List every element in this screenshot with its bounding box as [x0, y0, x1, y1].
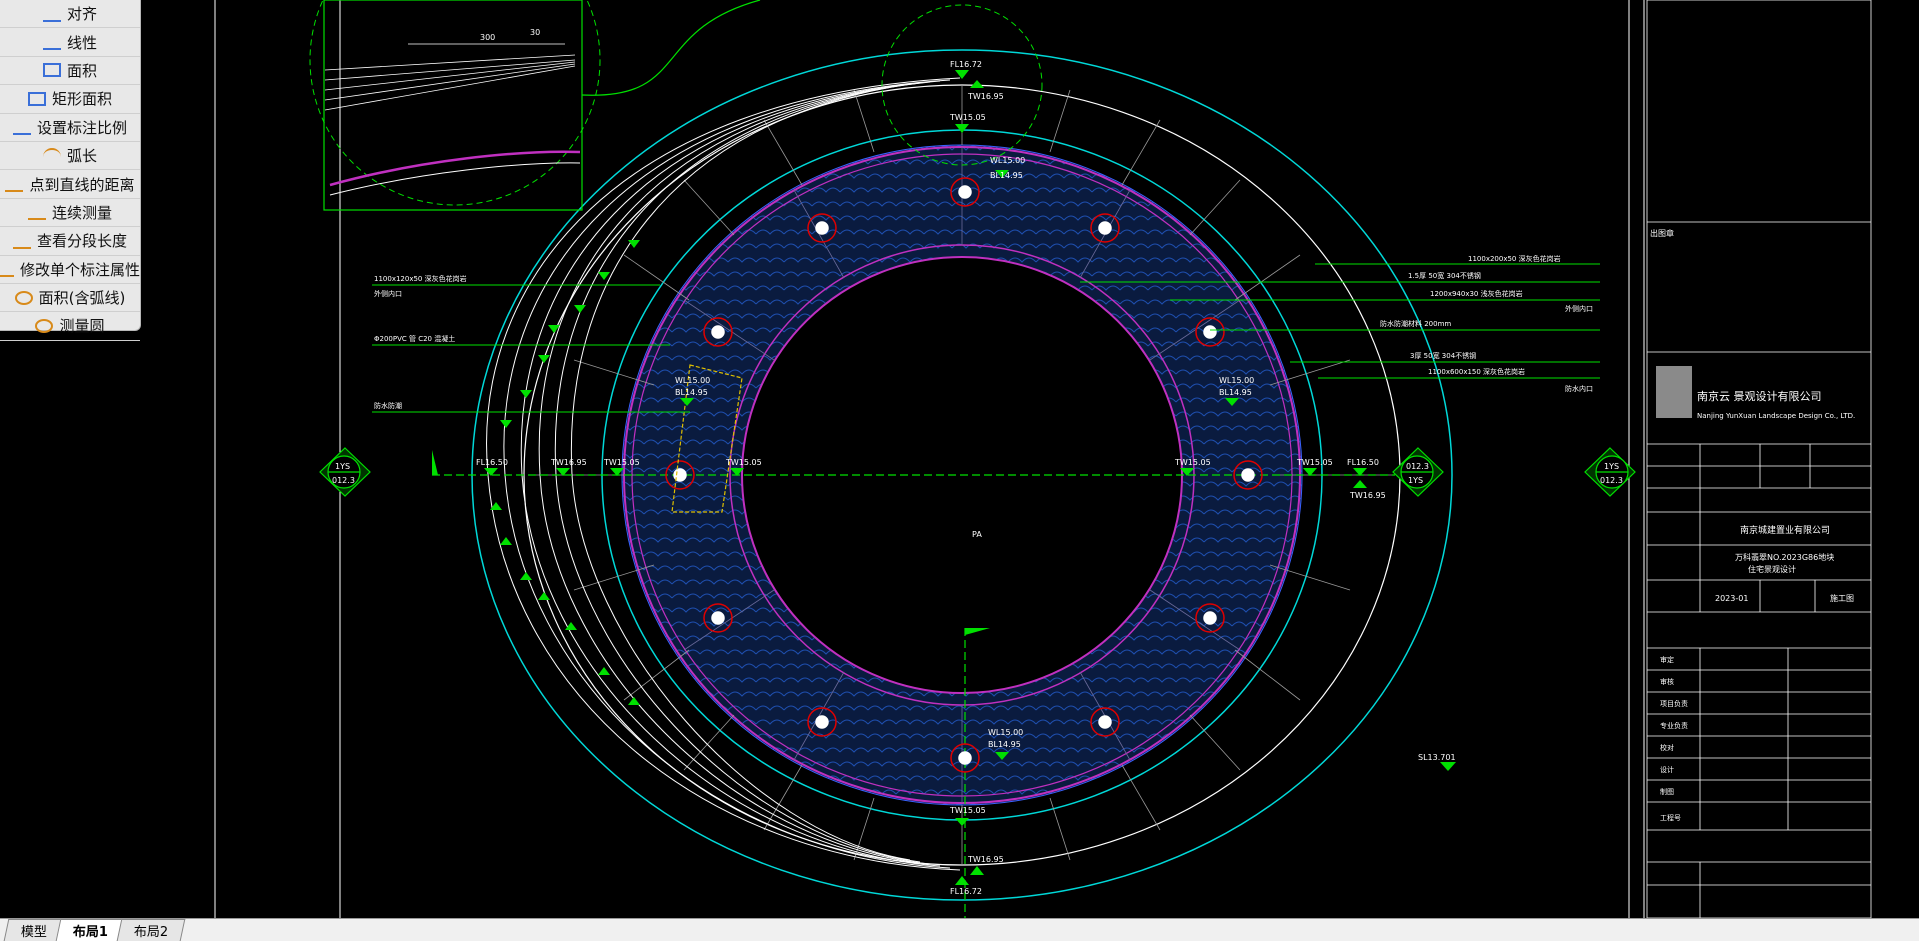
elev-wl-top: WL15.00	[990, 156, 1025, 165]
project-name-2: 住宅景观设计	[1748, 564, 1796, 574]
tool-edit-annotation[interactable]: 修改单个标注属性	[0, 256, 140, 284]
detail-frame	[323, 0, 583, 211]
tool-arc-length[interactable]: 弧长	[0, 142, 140, 171]
elev-sl-right: SL13.701	[1418, 753, 1456, 762]
elev-bottom-2: TW16.95	[967, 855, 1004, 864]
elev-right-bl: BL14.95	[1219, 388, 1252, 397]
measure-circle-icon	[35, 318, 54, 333]
tool-set-scale[interactable]: 设置标注比例	[0, 114, 140, 142]
elev-right-wl: WL15.00	[1219, 376, 1254, 385]
elev-right-fl: FL16.50	[1347, 458, 1379, 467]
area-icon	[42, 63, 61, 78]
align-icon	[42, 6, 61, 22]
section-marker-left	[319, 447, 371, 497]
section-marker-far-right	[1584, 447, 1636, 497]
marker-right2-bottom: 012.3	[1600, 476, 1623, 485]
segment-length-icon	[12, 233, 31, 249]
client-name: 南京城建置业有限公司	[1740, 524, 1830, 536]
linear-dimension-icon	[42, 34, 61, 51]
elev-bottom-bl: BL14.95	[988, 740, 1021, 749]
field-5: 校对	[1660, 743, 1674, 752]
tool-area[interactable]: 面积	[0, 57, 140, 86]
elev-left-tw1: TW16.95	[550, 458, 587, 467]
stamp-label: 出图章	[1650, 228, 1674, 238]
field-8: 工程号	[1660, 813, 1681, 822]
detail-circle	[309, 0, 601, 206]
marker-left-bottom: 012.3	[332, 476, 355, 485]
scale-icon	[12, 119, 31, 136]
edit-annotation-icon	[0, 261, 14, 278]
elev-bottom-wl: WL15.00	[988, 728, 1023, 737]
right-label-6: 3厚 50宽 304不锈钢	[1410, 351, 1476, 360]
right-label-8: 防水内口	[1565, 384, 1593, 393]
tool-arc-area[interactable]: 面积(含弧线)	[0, 284, 140, 313]
elev-right-tw3: TW16.95	[1349, 491, 1386, 500]
marker-right1-top: 012.3	[1406, 462, 1429, 471]
drawing-phase: 施工图	[1830, 593, 1854, 603]
field-2: 审核	[1660, 677, 1674, 686]
elev-right-tw1: TW15.05	[1174, 458, 1211, 467]
company-name-en: Nanjing YunXuan Landscape Design Co., LT…	[1697, 412, 1855, 420]
project-name: 万科翡翠NO.2023G86地块	[1735, 552, 1834, 562]
point-line-distance-icon	[5, 176, 24, 193]
elev-left-tw2: TW15.05	[603, 458, 640, 467]
drawing-date: 2023-01	[1715, 594, 1748, 603]
company-logo	[1656, 366, 1692, 418]
field-4: 专业负责	[1660, 721, 1688, 730]
tool-linear[interactable]: 线性	[0, 28, 140, 57]
tool-align[interactable]: 对齐	[0, 0, 140, 29]
layout-tabs: 模型 布局1 布局2	[0, 918, 1919, 941]
cad-drawing-canvas[interactable]: 300 30 FL16.72 TW16.95 TW15.05 WL15.00 B…	[0, 0, 1919, 918]
company-name-cn: 南京云 景观设计有限公司	[1697, 389, 1822, 403]
field-1: 审定	[1660, 655, 1674, 664]
tab-layout2[interactable]: 布局2	[116, 919, 186, 941]
left-label-4: 防水防潮	[374, 401, 402, 410]
tool-segment-length[interactable]: 查看分段长度	[0, 227, 140, 256]
title-block	[1646, 0, 1872, 918]
elev-top-2: TW16.95	[967, 92, 1004, 101]
marker-right1-bottom: 1YS	[1408, 476, 1423, 485]
detail-dim-1: 300	[480, 33, 495, 42]
left-label-3: Φ200PVC 管 C20 混凝土	[374, 334, 455, 343]
field-7: 制图	[1660, 787, 1674, 796]
marker-left-top: 1YS	[335, 462, 350, 471]
marker-right2-top: 1YS	[1604, 462, 1619, 471]
tool-continuous-measure[interactable]: 连续测量	[0, 199, 140, 228]
right-label-3: 1200x940x30 浅灰色花岗岩	[1430, 289, 1523, 298]
elev-left-wl: WL15.00	[675, 376, 710, 385]
tool-rect-area[interactable]: 矩形面积	[0, 85, 140, 114]
field-6: 设计	[1660, 765, 1674, 774]
field-3: 项目负责	[1660, 699, 1688, 708]
measure-toolbar: 对齐 线性 面积 矩形面积 设置标注比例 弧长 点到直线的距离 连续测量 查看分…	[0, 0, 141, 341]
right-label-4: 外侧内口	[1565, 304, 1593, 313]
left-label-1: 1100x120x50 深灰色花岗岩	[374, 274, 467, 283]
elev-bl-top: BL14.95	[990, 171, 1023, 180]
elev-right-tw2: TW15.05	[1296, 458, 1333, 467]
arc-area-icon	[14, 290, 33, 305]
right-label-7: 1100x600x150 深灰色花岗岩	[1428, 367, 1525, 376]
elev-top-1: FL16.72	[950, 60, 982, 69]
detail-dim-2: 30	[530, 28, 540, 37]
tab-layout1[interactable]: 布局1	[55, 919, 126, 941]
section-marker-right	[1392, 447, 1444, 497]
elev-bottom-3: FL16.72	[950, 887, 982, 896]
right-label-2: 1.5厚 50宽 304不锈钢	[1408, 271, 1481, 280]
tool-point-line-distance[interactable]: 点到直线的距离	[0, 170, 140, 199]
elev-left-fl: FL16.50	[476, 458, 508, 467]
arc-length-icon	[42, 147, 61, 164]
center-label: PA	[972, 530, 982, 539]
right-label-1: 1100x200x50 深灰色花岗岩	[1468, 254, 1561, 263]
elev-left-tw3: TW15.05	[725, 458, 762, 467]
elev-bottom-1: TW15.05	[949, 806, 986, 815]
elev-top-3: TW15.05	[949, 113, 986, 122]
rect-area-icon	[27, 91, 46, 106]
elev-left-bl: BL14.95	[675, 388, 708, 397]
right-label-5: 防水防潮材料 200mm	[1380, 319, 1451, 328]
continuous-measure-icon	[27, 204, 46, 221]
left-label-2: 外侧内口	[374, 289, 402, 298]
tool-measure-circle[interactable]: 测量圆	[0, 312, 140, 341]
